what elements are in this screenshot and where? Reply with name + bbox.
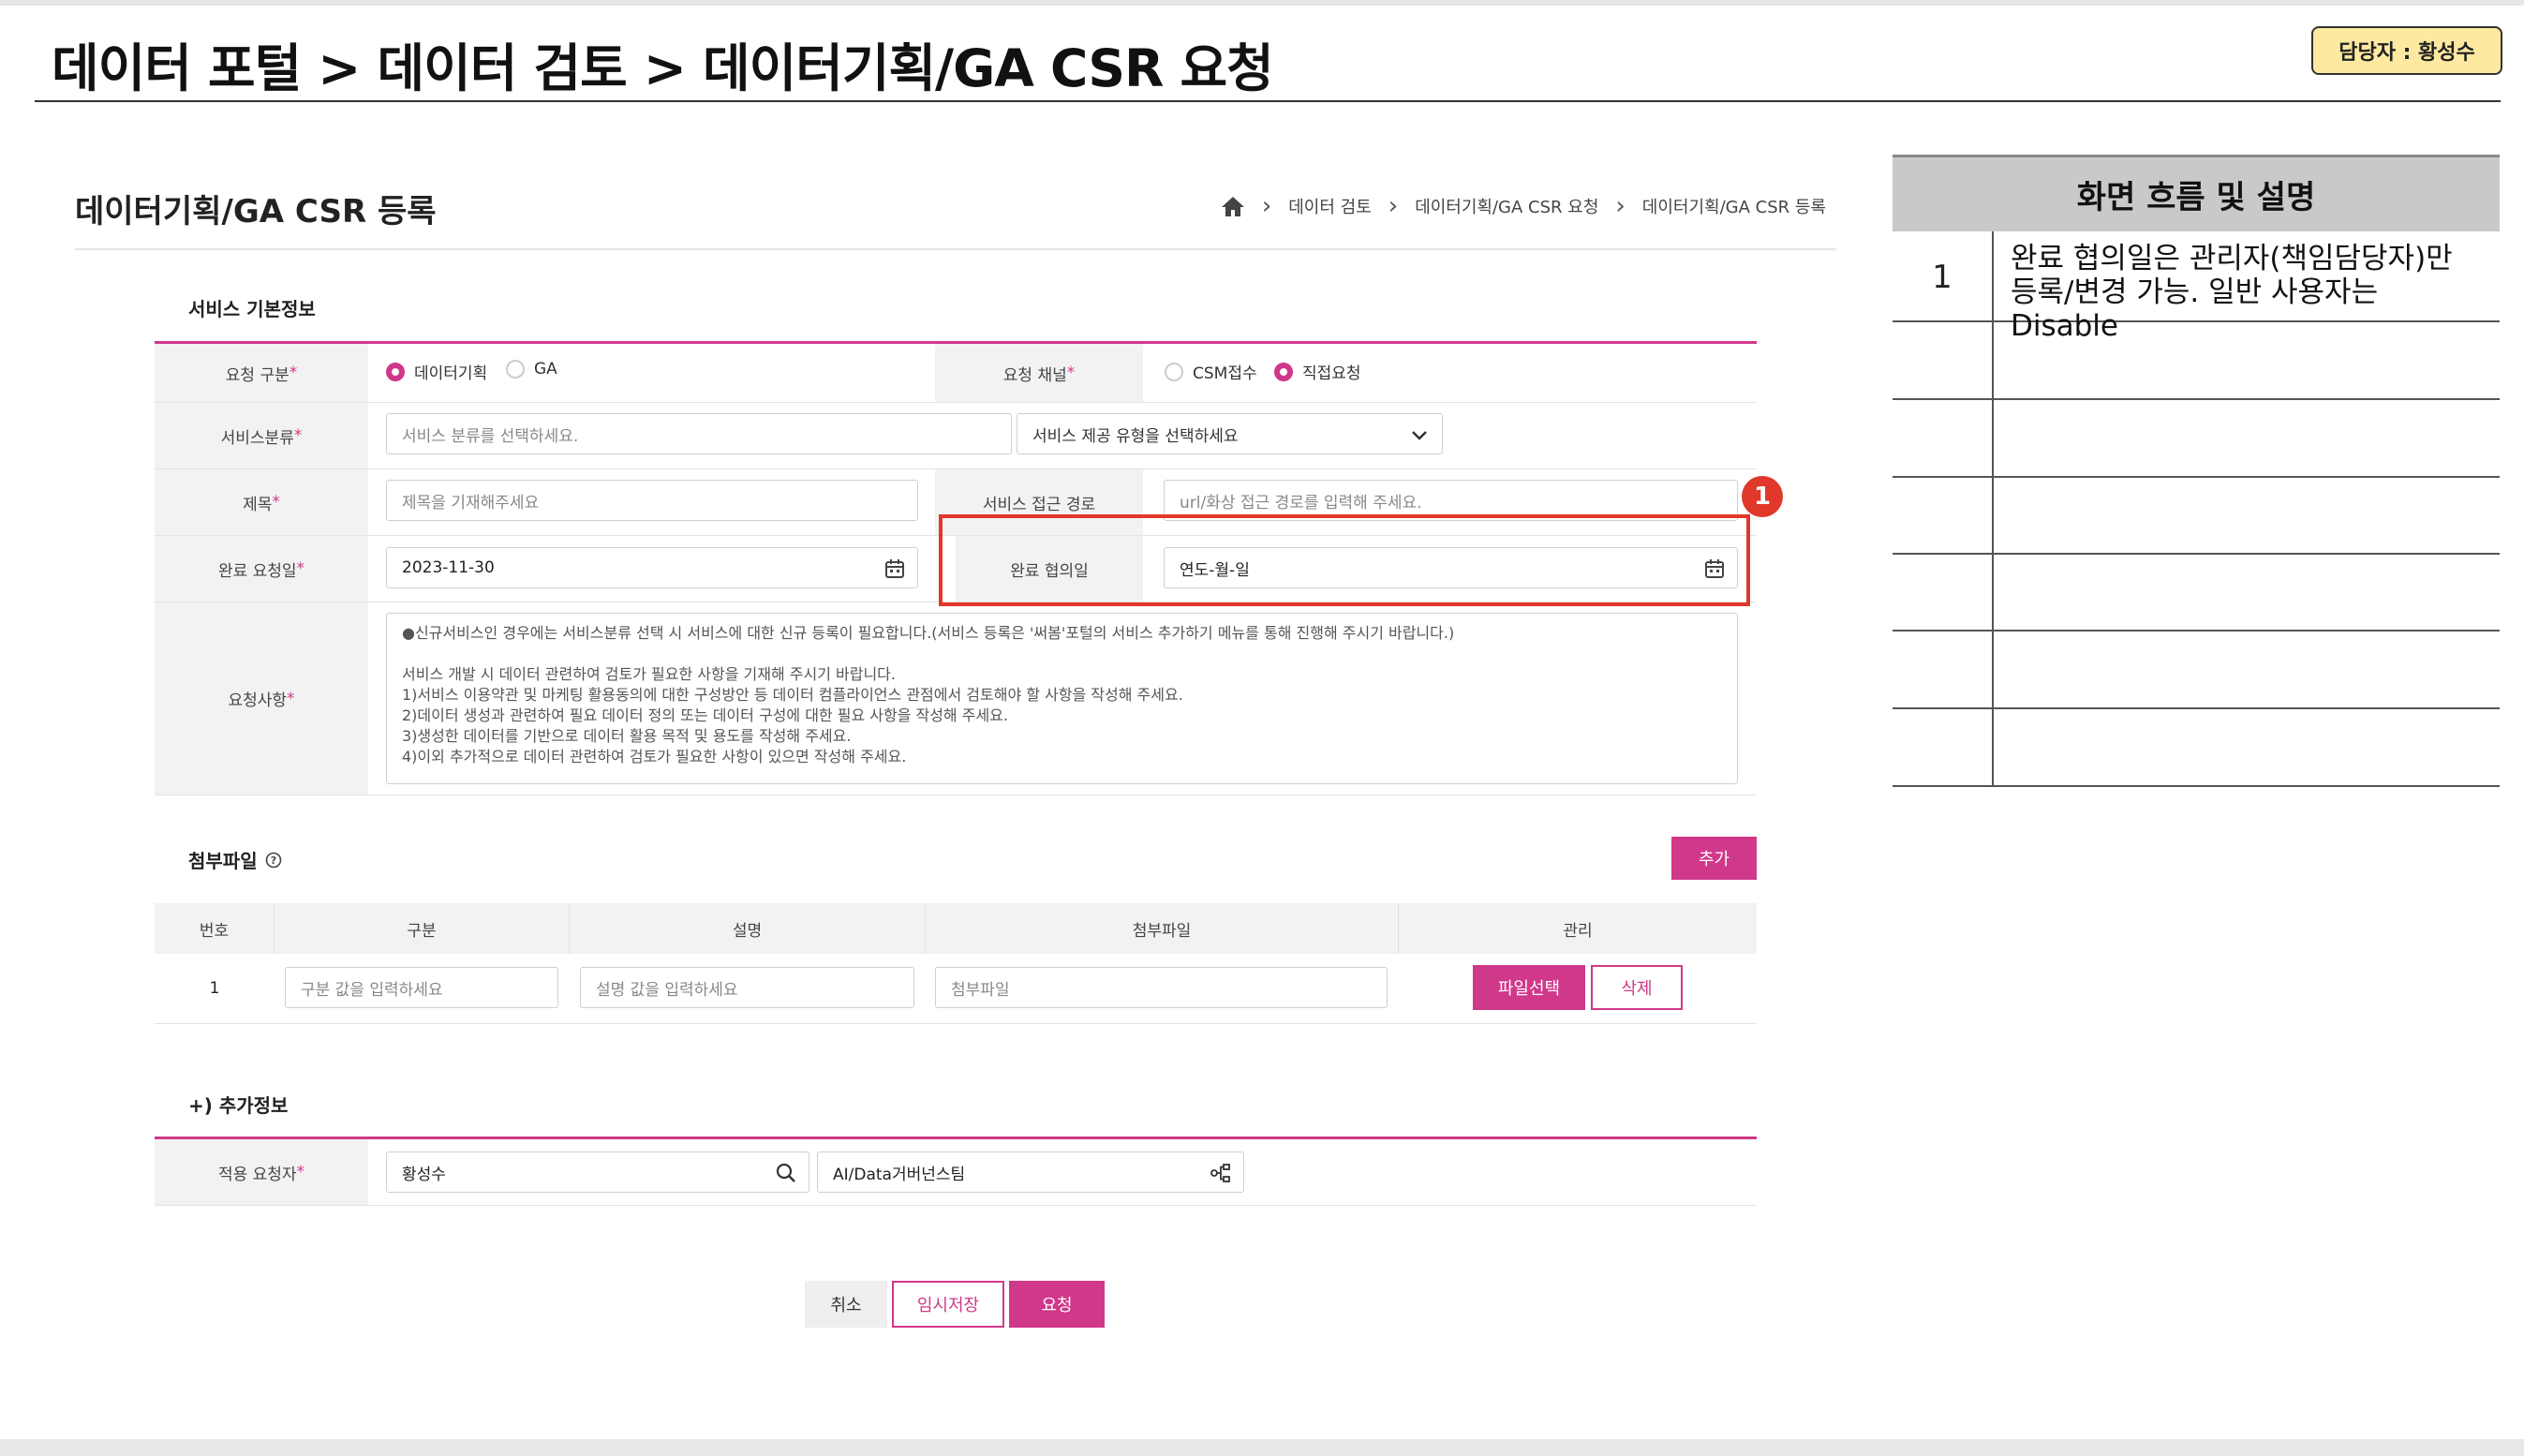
provide-type-select[interactable]: 서비스 제공 유형을 선택하세요 — [1017, 413, 1443, 454]
radio-unchecked-icon — [506, 360, 525, 379]
breadcrumb-item[interactable]: 데이터기획/GA CSR 요청 — [1415, 194, 1598, 218]
radio-checked-icon — [386, 362, 405, 381]
file-select-button[interactable]: 파일선택 — [1473, 965, 1585, 1010]
column-header-type: 구분 — [275, 903, 570, 954]
section-title-basic: 서비스 기본정보 — [188, 298, 316, 320]
radio-channel-csm[interactable]: CSM접수 — [1165, 360, 1257, 383]
bottom-edge — [0, 1439, 2524, 1456]
breadcrumb: › 데이터 검토 › 데이터기획/GA CSR 요청 › 데이터기획/GA CS… — [1221, 192, 1826, 220]
attach-file-input[interactable]: 첨부파일 — [935, 967, 1388, 1008]
org-chart-icon[interactable] — [1210, 1162, 1232, 1184]
section-title-attach: 첨부파일 ? — [188, 846, 282, 873]
side-column-divider — [1992, 231, 1994, 787]
side-row-description: 완료 협의일은 관리자(책임담당자)만 등록/변경 가능. 일반 사용자는 Di… — [2011, 242, 2453, 343]
request-type-label: 요청 구분 * — [155, 344, 368, 402]
highlight-box — [939, 514, 1750, 606]
top-edge — [0, 0, 2524, 6]
side-panel-title: 화면 흐름 및 설명 — [1893, 155, 2500, 231]
submit-button[interactable]: 요청 — [1009, 1281, 1105, 1328]
attach-desc-input[interactable]: 설명 값을 입력하세요 — [580, 967, 914, 1008]
home-icon[interactable] — [1221, 195, 1245, 217]
subject-input[interactable]: 제목을 기재해주세요 — [386, 480, 918, 521]
add-attachment-button[interactable]: 추가 — [1671, 837, 1757, 880]
radio-request-type-planning[interactable]: 데이터기획 — [386, 360, 487, 383]
column-header-manage: 관리 — [1399, 903, 1757, 954]
attach-type-input[interactable]: 구분 값을 입력하세요 — [285, 967, 558, 1008]
breadcrumb-item: 데이터기획/GA CSR 등록 — [1641, 198, 1826, 217]
side-row — [1893, 478, 2500, 555]
column-header-desc: 설명 — [570, 903, 926, 954]
side-row-number: 1 — [1932, 258, 1952, 296]
detail-line — [402, 644, 1722, 664]
page-title: 데이터 포털 > 데이터 검토 > 데이터기획/GA CSR 요청 — [52, 38, 1274, 98]
annotation-marker: 1 — [1742, 476, 1783, 517]
side-row — [1893, 400, 2500, 478]
cancel-button[interactable]: 취소 — [805, 1281, 887, 1328]
detail-line: 서비스 개발 시 데이터 관련하여 검토가 필요한 사항을 기재해 주시기 바랍… — [402, 665, 896, 683]
radio-checked-icon — [1274, 362, 1293, 381]
side-row — [1893, 631, 2500, 709]
detail-line: 1)서비스 이용약관 및 마케팅 활용동의에 대한 구성방안 등 데이터 컴플라… — [402, 686, 1183, 704]
frame-title: 데이터기획/GA CSR 등록 — [75, 193, 437, 230]
breadcrumb-item[interactable]: 데이터 검토 — [1288, 194, 1372, 218]
due-date-label: 완료 요청일 * — [155, 536, 368, 602]
channel-label: 요청 채널 * — [935, 344, 1143, 402]
detail-textarea[interactable]: ●신규서비스인 경우에는 서비스분류 선택 시 서비스에 대한 신규 등록이 필… — [386, 613, 1738, 784]
help-icon[interactable]: ? — [265, 852, 282, 869]
detail-line: ●신규서비스인 경우에는 서비스분류 선택 시 서비스에 대한 신규 등록이 필… — [402, 624, 1455, 642]
chevron-right-icon: › — [1261, 192, 1272, 220]
radio-request-type-ga[interactable]: GA — [506, 360, 557, 379]
detail-line: 3)생성한 데이터를 기반으로 데이터 활용 목적 및 용도를 작성해 주세요. — [402, 727, 852, 745]
column-header-file: 첨부파일 — [926, 903, 1399, 954]
search-icon[interactable] — [775, 1162, 797, 1184]
due-date-input[interactable]: 2023-11-30 — [386, 547, 918, 588]
detail-line: 4)이외 추가적으로 데이터 관련하여 검토가 필요한 사항이 있으면 작성해 … — [402, 748, 907, 765]
radio-channel-direct[interactable]: 직접요청 — [1274, 360, 1361, 383]
detail-line: 2)데이터 생성과 관련하여 필요 데이터 정의 또는 데이터 구성에 대한 필… — [402, 706, 1008, 724]
table-cell-no: 1 — [209, 979, 220, 998]
org-input[interactable]: AI/Data거버넌스팀 — [817, 1151, 1244, 1193]
delete-button[interactable]: 삭제 — [1591, 965, 1683, 1010]
section-title-extra: +) 추가정보 — [188, 1094, 289, 1117]
calendar-icon[interactable] — [883, 557, 906, 580]
owner-badge: 담당자 : 황성수 — [2311, 26, 2502, 75]
save-draft-button[interactable]: 임시저장 — [892, 1281, 1004, 1328]
subject-label: 제목 * — [155, 469, 368, 535]
side-row — [1893, 709, 2500, 787]
category-input[interactable]: 서비스 분류를 선택하세요. — [386, 413, 1012, 454]
requester-input[interactable]: 황성수 — [386, 1151, 809, 1193]
frame-divider — [75, 248, 1836, 250]
radio-unchecked-icon — [1165, 362, 1183, 381]
side-row — [1893, 555, 2500, 631]
chevron-right-icon: › — [1388, 192, 1399, 220]
chevron-down-icon — [1412, 431, 1427, 440]
category-label: 서비스분류 * — [155, 403, 368, 468]
detail-label: 요청사항 * — [155, 602, 368, 795]
title-divider — [35, 100, 2501, 102]
column-header-no: 번호 — [155, 903, 275, 954]
svg-text:?: ? — [270, 854, 275, 867]
requester-label: 적용 요청자 * — [155, 1139, 368, 1205]
chevron-right-icon: › — [1615, 192, 1626, 220]
